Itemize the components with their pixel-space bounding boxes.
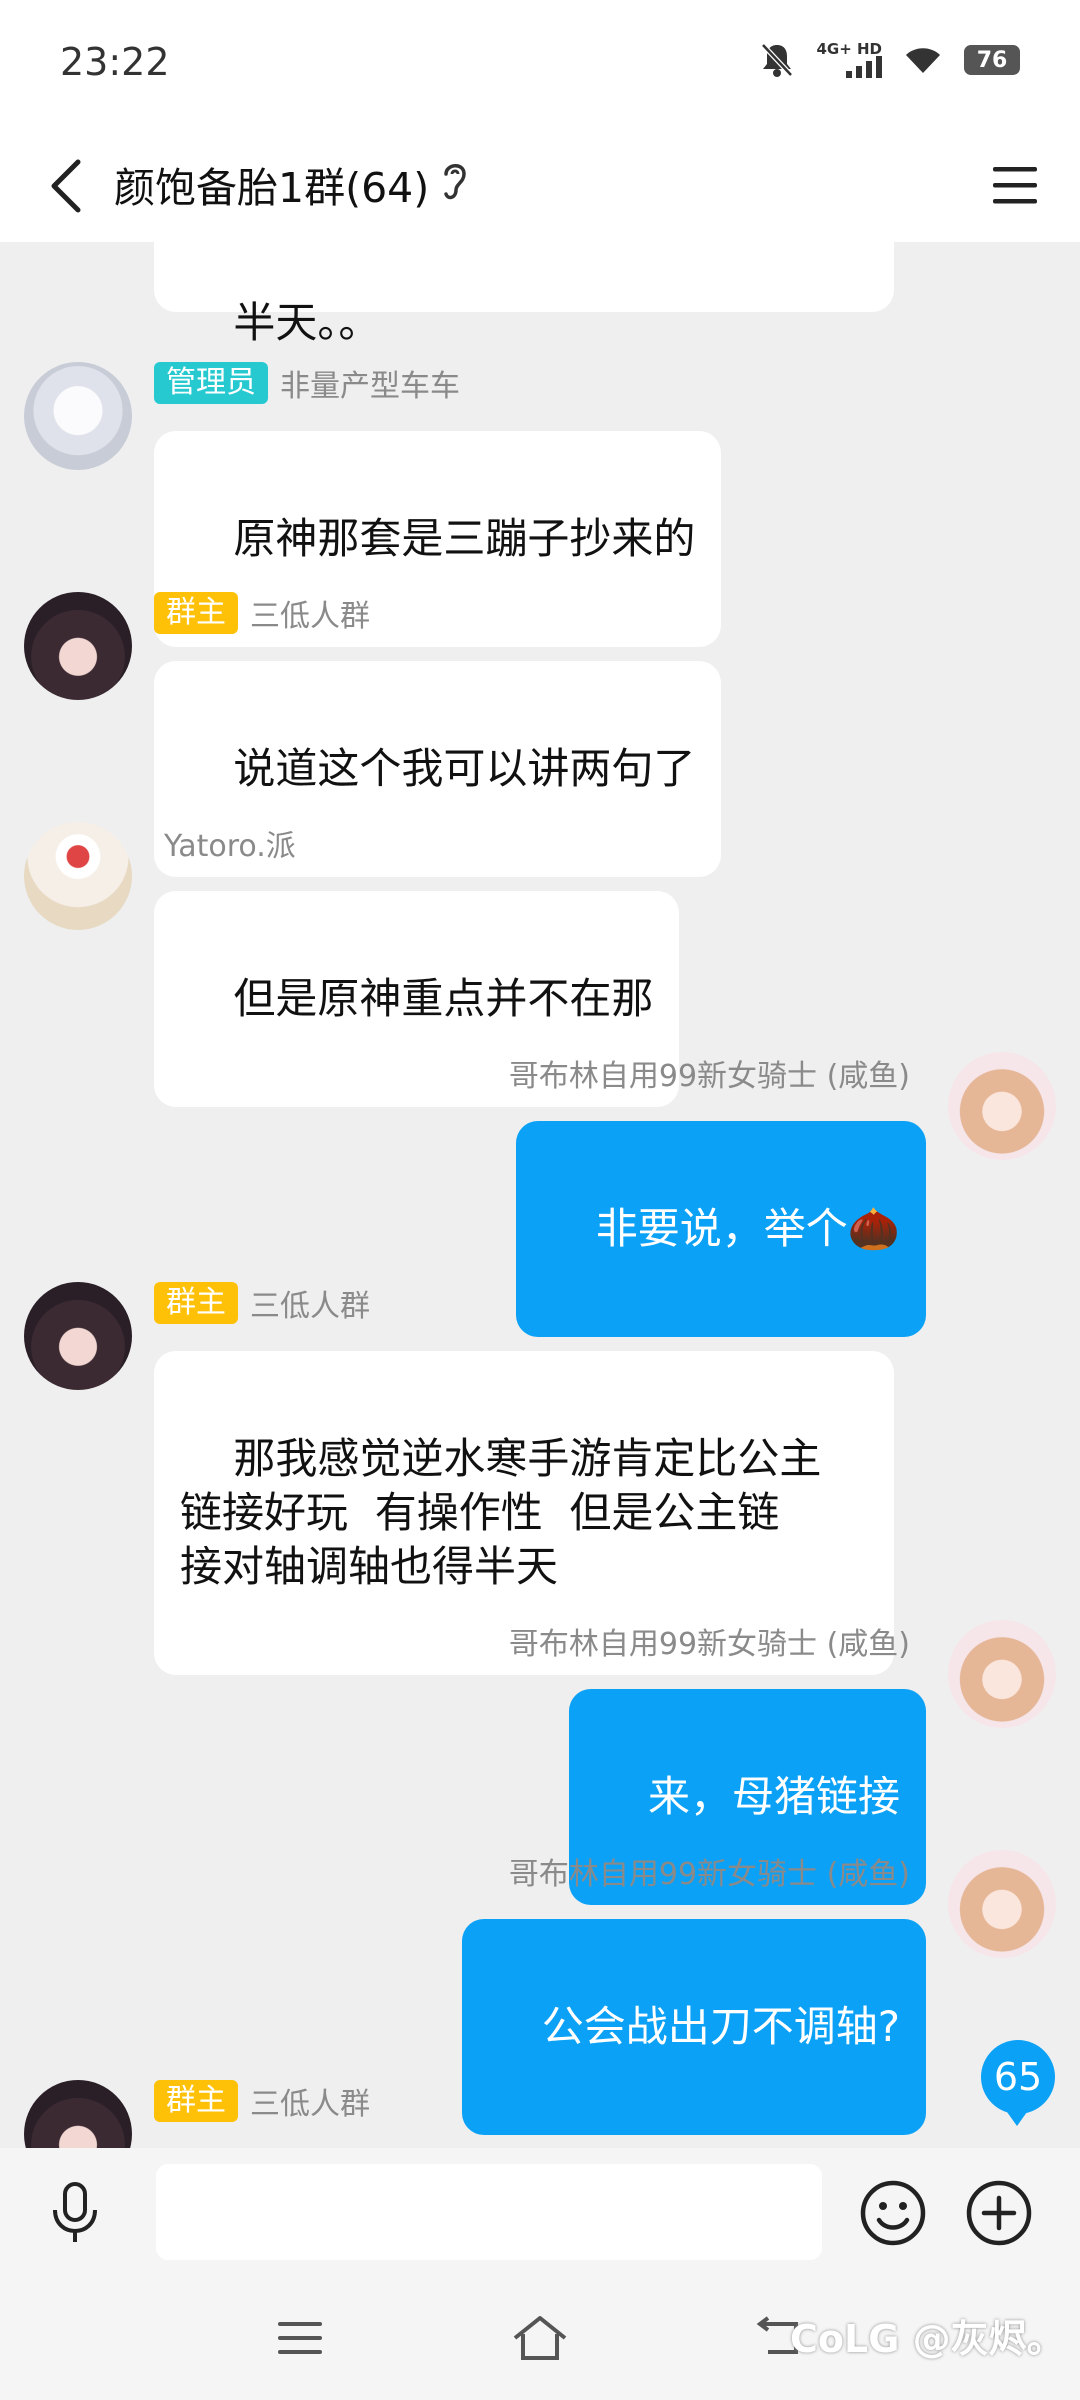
unread-count-badge[interactable]: 65 (981, 2040, 1055, 2126)
sender-row: 群主 三低人群 (154, 591, 370, 635)
microphone-icon (53, 2182, 97, 2242)
owner-badge: 群主 (154, 1282, 238, 1324)
admin-badge: 管理员 (154, 362, 268, 404)
signal-icon (846, 56, 882, 78)
home-icon (513, 2316, 567, 2360)
message-text: 说道这个我可以讲两句了 (233, 744, 696, 793)
message-text: 但是原神重点并不在那 (233, 974, 654, 1023)
sender-row: 管理员 非量产型车车 (154, 361, 460, 405)
status-bar: 23:22 4G+ HD 76 (0, 0, 1080, 130)
message-text: 来，母猪链接 (647, 1772, 900, 1821)
sender-row: Yatoro.派 (164, 821, 296, 865)
nav-menu-button[interactable] (270, 2308, 330, 2368)
message-text: 原神那套是三蹦子抄来的 (233, 514, 696, 563)
chat-header: 颜饱备胎1群(64) (0, 130, 1080, 242)
group-title[interactable]: 颜饱备胎1群(64) (114, 154, 429, 214)
system-nav-bar: CoLG @灰烬。 (0, 2278, 1080, 2400)
avatar[interactable] (948, 1620, 1056, 1728)
sender-name[interactable]: 非量产型车车 (280, 361, 460, 405)
wifi-icon (906, 48, 940, 73)
sender-name[interactable]: 哥布林自用99新女骑士 (咸鱼) (509, 1849, 910, 1893)
sender-name[interactable]: 三低人群 (250, 1281, 370, 1325)
mute-bell-icon (761, 43, 794, 77)
avatar[interactable] (24, 362, 132, 470)
emoji-icon[interactable] (858, 2178, 928, 2248)
avatar[interactable] (24, 1282, 132, 1390)
avatar[interactable] (948, 1052, 1056, 1160)
hamburger-menu-icon (993, 167, 1037, 204)
message-text: 半天。。 (233, 298, 381, 347)
owner-badge: 群主 (154, 592, 238, 634)
voice-button[interactable] (40, 2178, 110, 2248)
menu-button[interactable] (980, 150, 1050, 220)
ear-icon[interactable] (440, 158, 470, 204)
signal-indicator: 4G+ HD (816, 42, 882, 78)
sender-name[interactable]: Yatoro.派 (164, 821, 296, 865)
avatar[interactable] (24, 592, 132, 700)
battery-indicator: 76 (964, 45, 1020, 75)
sender-name[interactable]: 三低人群 (250, 591, 370, 635)
watermark: CoLG @灰烬。 (790, 2317, 1065, 2361)
avatar[interactable] (948, 1850, 1056, 1958)
sender-name[interactable]: 哥布林自用99新女骑士 (咸鱼) (509, 1619, 910, 1663)
chat-messages[interactable]: 半天。。 管理员 非量产型车车 原神那套是三蹦子抄来的 群主 三低人群 说道这个… (0, 242, 1080, 2148)
message-input[interactable] (156, 2164, 822, 2260)
chestnut-emoji: 🌰 (847, 1204, 900, 1253)
message-text: 公会战出刀不调轴? (541, 2002, 900, 2051)
avatar[interactable] (24, 2080, 132, 2148)
sender-name[interactable]: 哥布林自用99新女骑士 (咸鱼) (509, 1051, 910, 1095)
message-bubble[interactable]: 半天。。 (154, 242, 894, 347)
plus-circle-icon[interactable] (964, 2178, 1034, 2248)
sender-name[interactable]: 三低人群 (250, 2079, 370, 2123)
status-icons: 4G+ HD 76 (760, 42, 1020, 78)
owner-badge: 群主 (154, 2080, 238, 2122)
input-bar (0, 2148, 1080, 2278)
back-button[interactable] (36, 148, 96, 224)
sender-row: 群主 三低人群 (154, 2079, 370, 2123)
status-time: 23:22 (60, 40, 170, 84)
message-bubble[interactable]: 非要说，举个🌰 (516, 1121, 926, 1337)
menu-lines-icon (278, 2322, 322, 2354)
chevron-left-icon (51, 159, 81, 213)
message-bubble[interactable]: 公会战出刀不调轴? (462, 1919, 926, 2135)
network-type: 4G+ HD (816, 40, 882, 58)
avatar[interactable] (24, 822, 132, 930)
message-text: 那我感觉逆水寒手游肯定比公主 链接好玩 有操作性 但是公主链 接对轴调轴也得半天 (180, 1434, 822, 1591)
sender-row: 群主 三低人群 (154, 1281, 370, 1325)
message-text: 非要说，举个 (595, 1204, 848, 1253)
nav-home-button[interactable] (510, 2308, 570, 2368)
